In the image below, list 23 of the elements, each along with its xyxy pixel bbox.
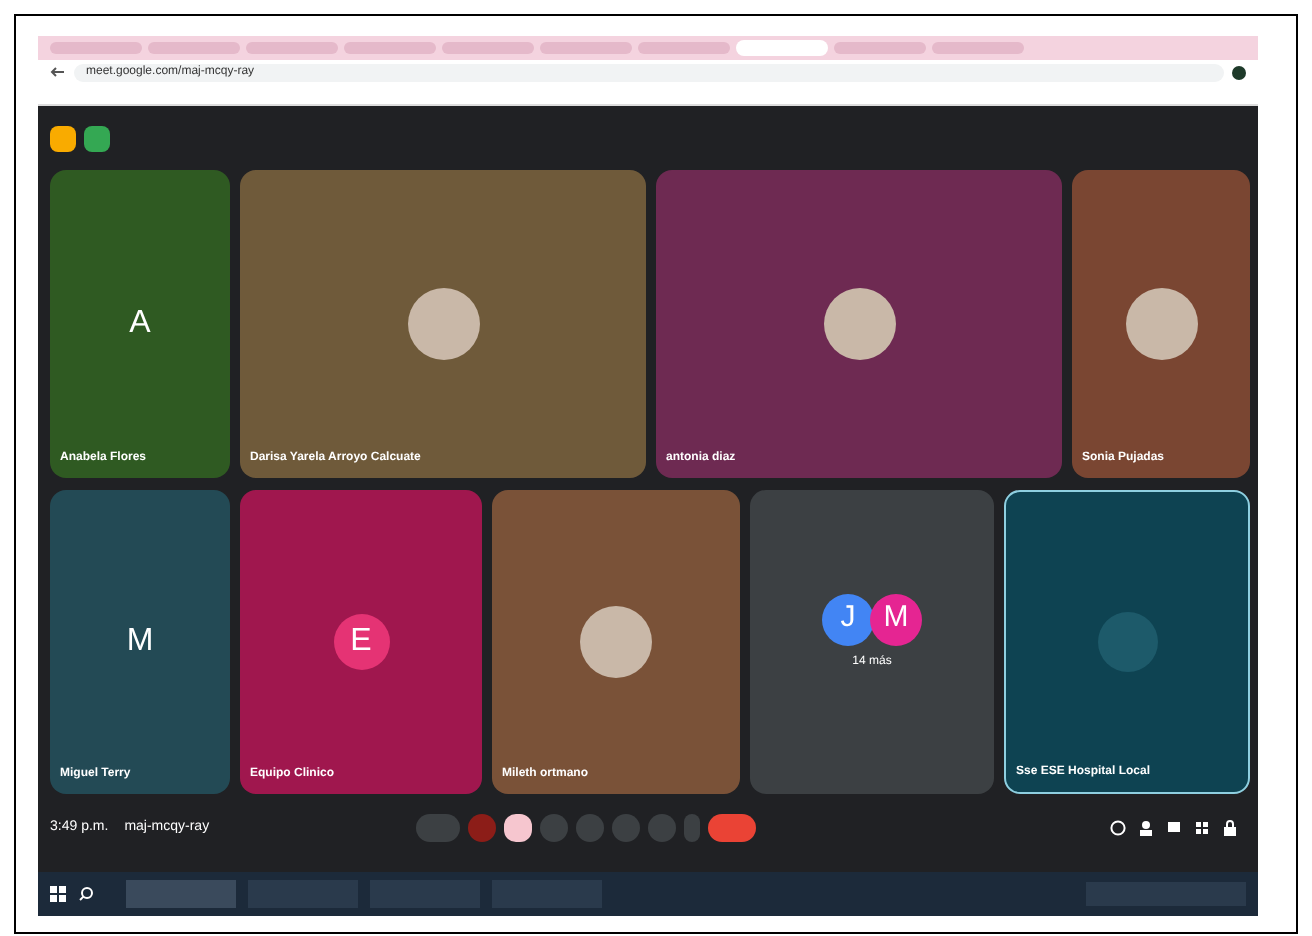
- windows-start-icon[interactable]: [50, 886, 66, 902]
- info-badge[interactable]: [84, 126, 110, 152]
- profile-photo: [580, 606, 652, 678]
- profile-photo: [823, 288, 895, 360]
- search-icon[interactable]: [78, 886, 94, 902]
- profile-photo: [407, 288, 479, 360]
- back-arrow-icon[interactable]: [50, 64, 66, 80]
- avatar-letter: M: [870, 593, 922, 645]
- info-icon[interactable]: [1110, 820, 1126, 836]
- profile-photo: [1125, 288, 1197, 360]
- hand-raise-badge[interactable]: [50, 126, 76, 152]
- activities-icon[interactable]: [1194, 820, 1210, 836]
- avatar-letter: M: [124, 622, 156, 662]
- shared-screen-preview: [1097, 612, 1157, 672]
- present-button[interactable]: [503, 814, 532, 842]
- avatar-letter: E: [333, 614, 389, 670]
- lock-icon[interactable]: [1222, 820, 1238, 836]
- avatar-letter: A: [127, 304, 153, 344]
- people-icon[interactable]: [1138, 820, 1154, 836]
- profile-icon[interactable]: [1232, 65, 1246, 79]
- avatar-letter: J: [822, 593, 874, 645]
- chat-icon[interactable]: [1166, 820, 1182, 836]
- leave-call-button[interactable]: [707, 814, 756, 842]
